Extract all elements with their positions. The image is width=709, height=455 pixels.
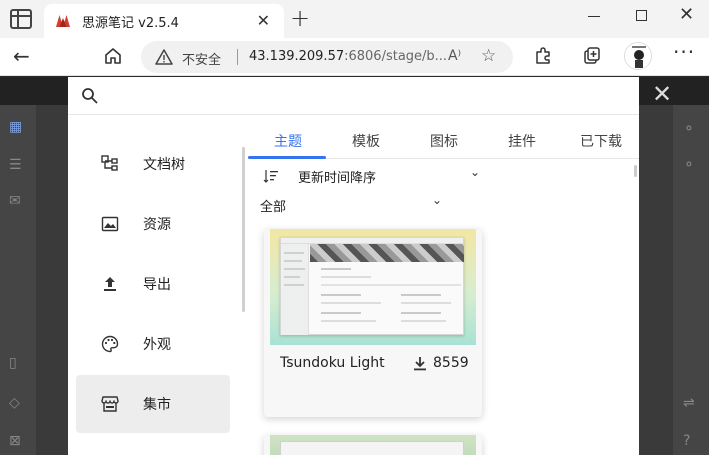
profile-avatar[interactable] bbox=[624, 42, 652, 70]
sidebar-item-label: 集市 bbox=[143, 397, 171, 413]
tab-themes[interactable]: 主题 bbox=[274, 131, 302, 151]
backlinks-dock-icon[interactable]: ⇌ bbox=[683, 395, 695, 411]
browser-nav-bar: ← 不安全 43.139.209.57:6806/stage/b... A⁾ ☆… bbox=[0, 38, 709, 76]
browser-tab[interactable]: 思源笔记 v2.5.4 ✕ bbox=[44, 4, 284, 38]
sidebar-item-label: 导出 bbox=[143, 277, 171, 293]
file-tree-icon bbox=[101, 155, 118, 171]
sidebar-scrollbar[interactable] bbox=[242, 147, 245, 312]
tag-dock-icon[interactable]: ◇ bbox=[9, 395, 20, 411]
sidebar-item-file-tree[interactable]: 文档树 bbox=[76, 135, 230, 193]
read-aloud-icon[interactable]: A⁾ bbox=[448, 48, 461, 64]
url-host: 43.139.209.57 bbox=[249, 49, 345, 64]
bazaar-tabs: 主题 模板 图标 挂件 已下载 bbox=[248, 123, 639, 159]
filter-select[interactable]: 全部 bbox=[260, 196, 286, 215]
sort-select[interactable]: 更新时间降序 bbox=[298, 167, 376, 186]
sort-icon bbox=[263, 170, 278, 183]
url-text[interactable]: 43.139.209.57:6806/stage/b... bbox=[249, 49, 447, 64]
palette-icon bbox=[101, 335, 119, 353]
settings-dialog: 文档树 资源 导出 外观 集市 主题 模板 图标 挂件 已下载 更新时间降序 ⌄… bbox=[68, 77, 639, 455]
global-graph-dock-icon[interactable]: ⚬ bbox=[683, 157, 695, 173]
minimize-icon[interactable] bbox=[588, 16, 600, 17]
content-scrollbar[interactable] bbox=[634, 165, 637, 177]
dialog-close-icon[interactable]: ✕ bbox=[652, 80, 672, 108]
sidebar-item-appearance[interactable]: 外观 bbox=[76, 315, 230, 373]
home-icon[interactable] bbox=[103, 46, 123, 66]
dock-toggle-icon[interactable]: ⊠ bbox=[9, 433, 21, 449]
tab-title: 思源笔记 v2.5.4 bbox=[82, 16, 179, 31]
download-icon bbox=[414, 357, 426, 371]
add-favorite-icon[interactable]: ☆ bbox=[481, 46, 496, 66]
chevron-down-icon[interactable]: ⌄ bbox=[470, 165, 480, 179]
avatar-image bbox=[625, 43, 651, 69]
preview-screenshot bbox=[280, 237, 464, 335]
outline-dock-icon[interactable]: ☰ bbox=[9, 157, 22, 173]
tab-actions-icon[interactable] bbox=[10, 9, 32, 29]
extensions-icon[interactable] bbox=[533, 46, 553, 66]
address-divider bbox=[237, 49, 238, 65]
inbox-dock-icon[interactable]: ✉ bbox=[9, 193, 21, 209]
download-count: 8559 bbox=[433, 355, 469, 371]
help-dock-icon[interactable]: ? bbox=[683, 433, 690, 449]
graph-dock-icon[interactable]: ⚬ bbox=[683, 121, 695, 137]
theme-preview-image bbox=[270, 435, 476, 455]
more-icon[interactable]: ··· bbox=[673, 40, 695, 64]
app-right-dock: ⚬ ⚬ ⇌ ? bbox=[673, 105, 709, 455]
tab-widgets[interactable]: 挂件 bbox=[508, 131, 536, 151]
sidebar-item-label: 资源 bbox=[143, 217, 171, 233]
theme-preview-image bbox=[270, 229, 476, 345]
search-icon bbox=[82, 88, 98, 104]
active-tab-indicator bbox=[248, 156, 326, 159]
sidebar-item-label: 文档树 bbox=[143, 157, 185, 173]
tab-downloaded[interactable]: 已下载 bbox=[580, 131, 622, 151]
theme-card[interactable] bbox=[264, 435, 482, 455]
maximize-icon[interactable] bbox=[636, 10, 647, 21]
bookmark-dock-icon[interactable]: ▯ bbox=[9, 355, 17, 371]
upload-icon bbox=[104, 277, 116, 291]
sidebar-item-label: 外观 bbox=[143, 337, 171, 353]
browser-tab-bar: 思源笔记 v2.5.4 ✕ + ✕ bbox=[0, 0, 709, 38]
app-left-dock: ▦ ☰ ✉ ▯ ◇ ⊠ bbox=[0, 105, 36, 455]
back-icon[interactable]: ← bbox=[13, 44, 30, 68]
tab-templates[interactable]: 模板 bbox=[352, 131, 380, 151]
security-label[interactable]: 不安全 bbox=[182, 49, 221, 68]
new-tab-icon[interactable]: + bbox=[290, 4, 310, 32]
sidebar-item-bazaar[interactable]: 集市 bbox=[76, 375, 230, 433]
theme-card[interactable]: Tsundoku Light 8559 bbox=[264, 229, 482, 417]
settings-search-field[interactable] bbox=[68, 77, 639, 115]
close-tab-icon[interactable]: ✕ bbox=[257, 11, 270, 30]
sidebar-item-assets[interactable]: 资源 bbox=[76, 195, 230, 253]
collections-icon[interactable] bbox=[582, 46, 602, 66]
store-icon bbox=[101, 396, 119, 412]
chevron-down-icon[interactable]: ⌄ bbox=[432, 193, 442, 207]
window-close-icon[interactable]: ✕ bbox=[679, 4, 694, 25]
warning-icon[interactable] bbox=[155, 48, 173, 66]
url-path: :6806/stage/b... bbox=[344, 49, 448, 64]
image-icon bbox=[101, 216, 119, 232]
address-bar[interactable]: 不安全 43.139.209.57:6806/stage/b... A⁾ ☆ bbox=[141, 41, 513, 73]
file-tree-dock-icon[interactable]: ▦ bbox=[9, 119, 22, 135]
sidebar-item-export[interactable]: 导出 bbox=[76, 255, 230, 313]
theme-name: Tsundoku Light bbox=[280, 355, 385, 371]
siyuan-logo-icon bbox=[56, 15, 70, 27]
tab-icons[interactable]: 图标 bbox=[430, 131, 458, 151]
